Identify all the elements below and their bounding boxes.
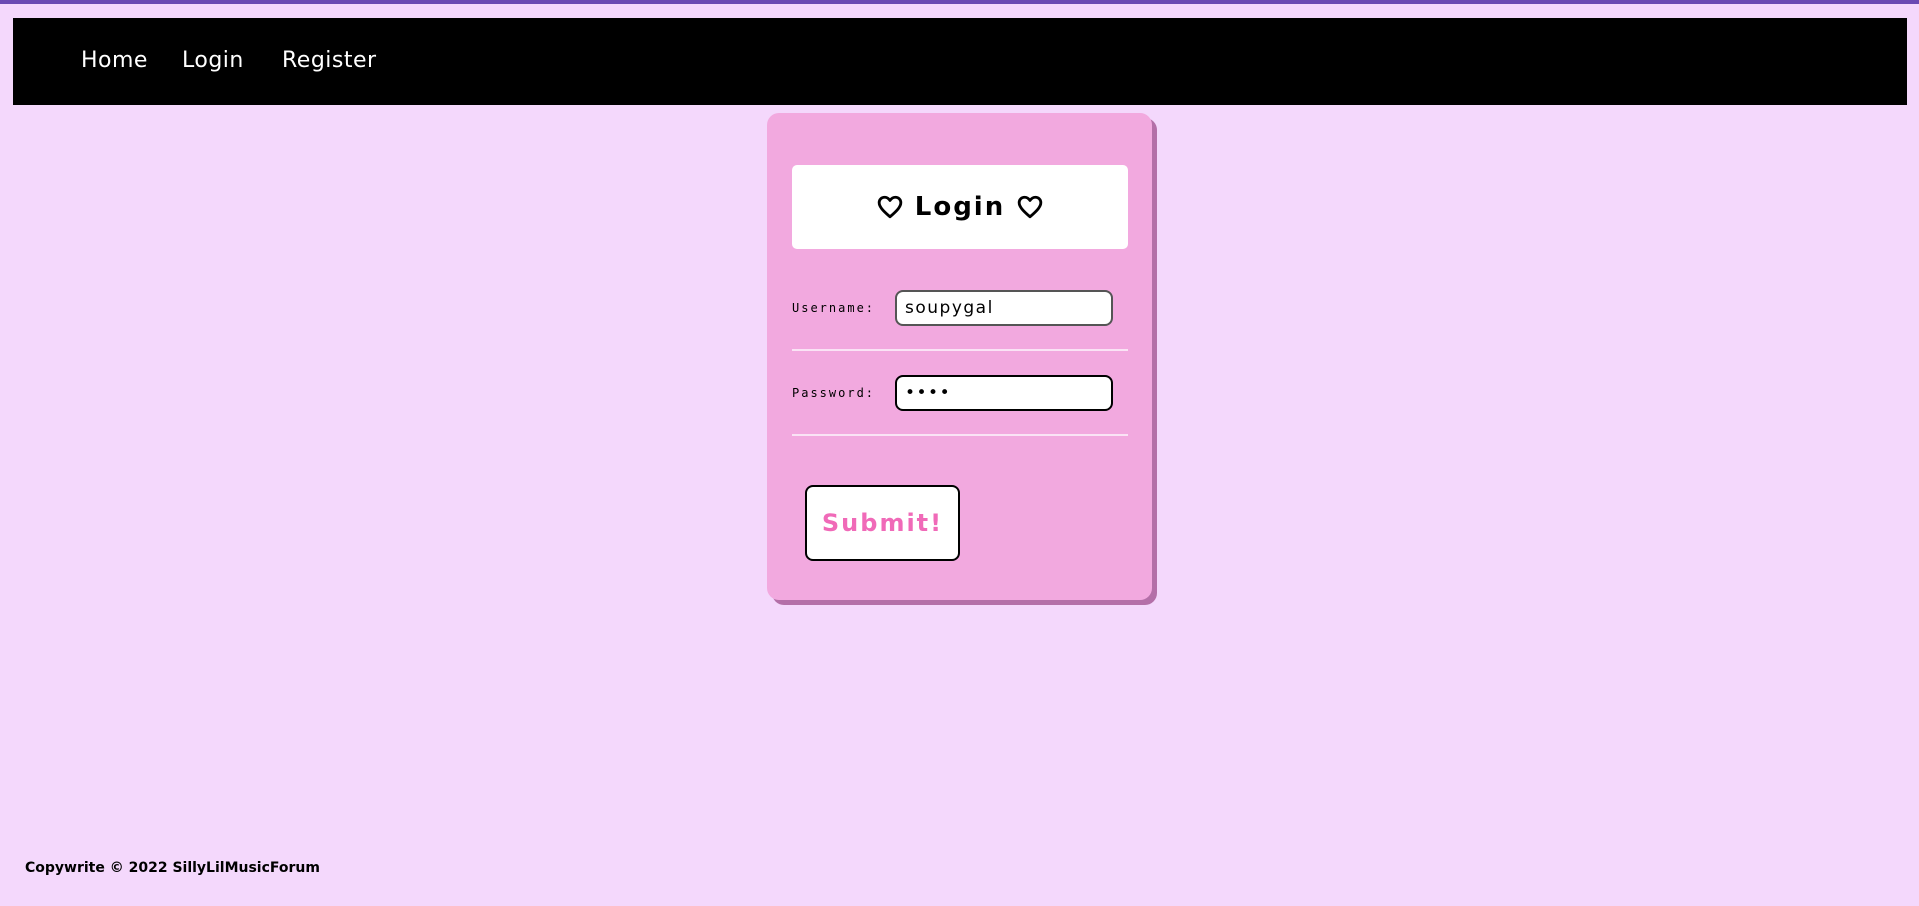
top-navbar: Home Login Register — [13, 18, 1907, 105]
submit-button[interactable]: Submit! — [805, 485, 960, 561]
password-label: Password: — [792, 386, 876, 400]
username-label: Username: — [792, 301, 876, 315]
username-divider — [792, 349, 1128, 351]
login-title-box: Login — [792, 165, 1128, 249]
password-divider — [792, 434, 1128, 436]
top-accent-strip — [0, 0, 1919, 4]
heart-outline-icon — [1017, 195, 1043, 219]
footer-copyright: Copywrite © 2022 SillyLilMusicForum — [25, 860, 320, 876]
nav-link-register[interactable]: Register — [282, 48, 377, 73]
nav-link-login[interactable]: Login — [182, 48, 244, 73]
heart-outline-icon — [877, 195, 903, 219]
login-title: Login — [914, 192, 1006, 222]
nav-link-home[interactable]: Home — [81, 48, 148, 73]
login-card: Login Username: Password: Submit! — [767, 113, 1152, 600]
username-input[interactable] — [895, 290, 1113, 326]
password-input[interactable] — [895, 375, 1113, 411]
